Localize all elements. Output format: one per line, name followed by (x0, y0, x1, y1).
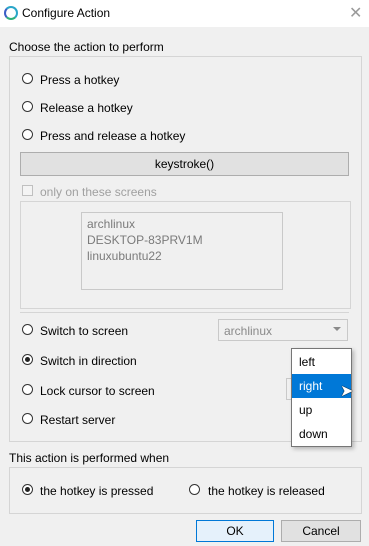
mouse-pointer-icon: ➤ (340, 383, 354, 400)
radio-lock-cursor-label[interactable]: Lock cursor to screen (40, 384, 155, 398)
radio-press-hotkey-label[interactable]: Press a hotkey (40, 73, 119, 87)
radio-release-hotkey-label[interactable]: Release a hotkey (40, 101, 133, 115)
radio-release-hotkey[interactable] (22, 101, 33, 112)
radio-press-release-hotkey[interactable] (22, 129, 33, 140)
direction-option-down[interactable]: down (292, 422, 351, 446)
radio-restart-server-label[interactable]: Restart server (40, 413, 115, 427)
list-item[interactable]: archlinux (87, 216, 277, 232)
radio-hotkey-pressed[interactable] (22, 484, 33, 495)
radio-switch-direction[interactable] (22, 354, 33, 365)
synergy-ring-icon (4, 6, 18, 20)
direction-option-up[interactable]: up (292, 398, 351, 422)
close-icon[interactable]: ✕ (349, 3, 362, 23)
radio-switch-to-screen-label[interactable]: Switch to screen (40, 324, 128, 338)
cancel-button[interactable]: Cancel (281, 520, 361, 542)
radio-press-hotkey[interactable] (22, 73, 33, 84)
switch-screen-value: archlinux (224, 324, 273, 338)
only-screens-checkbox[interactable] (22, 185, 33, 196)
radio-press-release-hotkey-label[interactable]: Press and release a hotkey (40, 129, 185, 143)
list-item[interactable]: linuxubuntu22 (87, 248, 277, 264)
direction-option-left[interactable]: left (292, 350, 351, 374)
divider (20, 312, 349, 313)
chevron-down-icon (333, 327, 341, 331)
radio-hotkey-released-label[interactable]: the hotkey is released (208, 484, 325, 498)
radio-restart-server[interactable] (22, 413, 33, 424)
radio-lock-cursor[interactable] (22, 384, 33, 395)
switch-screen-select[interactable]: archlinux (218, 319, 348, 341)
list-item[interactable]: DESKTOP-83PRV1M (87, 232, 277, 248)
radio-hotkey-released[interactable] (189, 484, 200, 495)
radio-hotkey-pressed-label[interactable]: the hotkey is pressed (40, 484, 153, 498)
screens-list[interactable]: archlinux DESKTOP-83PRV1M linuxubuntu22 (81, 212, 283, 290)
trigger-group-label: This action is performed when (9, 451, 170, 465)
radio-switch-to-screen[interactable] (22, 324, 33, 335)
window-title: Configure Action (22, 6, 111, 20)
keystroke-button[interactable]: keystroke() (20, 152, 349, 176)
action-group-label: Choose the action to perform (9, 40, 164, 54)
ok-button[interactable]: OK (196, 520, 274, 542)
radio-switch-direction-label[interactable]: Switch in direction (40, 354, 137, 368)
only-screens-label: only on these screens (40, 185, 157, 199)
